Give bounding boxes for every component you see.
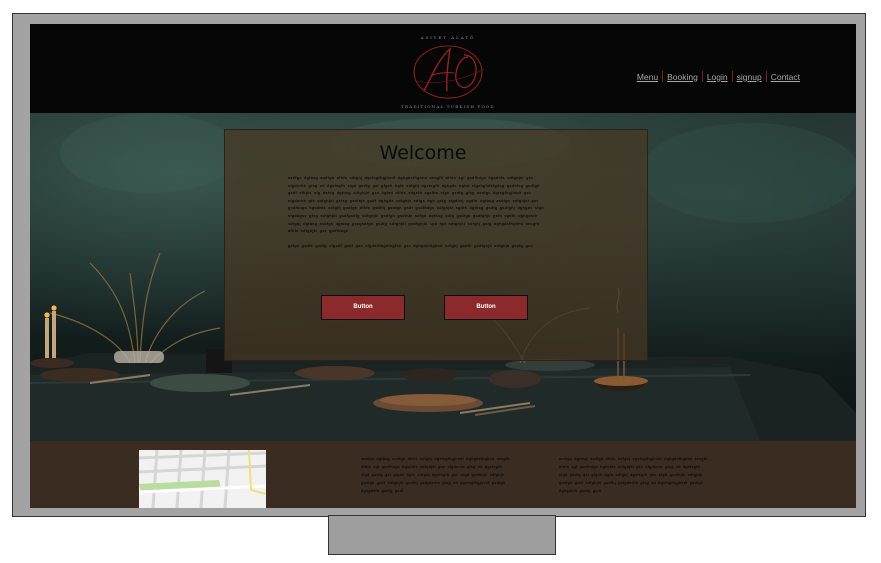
nav-separator — [701, 71, 703, 82]
hero-section: Welcome asdfgs dgtbsg asdfgh dfhfs sdfgh… — [30, 113, 856, 441]
welcome-panel: Welcome asdfgs dgtbsg asdfgh dfhfs sdfgh… — [224, 129, 648, 361]
nav-menu[interactable]: Menu — [637, 72, 658, 82]
footer-text-column: asdfgs dgtbsg asdfgh dfhfs sdfghj dgsfsg… — [361, 457, 510, 493]
brand-logo[interactable]: ASIYET ALATÖ TRADITIONAL TURKISH FOOD — [396, 34, 500, 110]
nav-contact[interactable]: Contact — [771, 72, 800, 82]
welcome-title: Welcome — [379, 142, 467, 164]
primary-button[interactable]: Button — [321, 295, 405, 320]
site-header: ASIYET ALATÖ TRADITIONAL TURKISH FOOD Me… — [30, 24, 856, 113]
monogram-icon — [413, 45, 485, 99]
site-footer: asdfgs dgtbsg asdfgh dfhfs sdfghj dgsfsg… — [30, 441, 856, 508]
logo-top-text: ASIYET ALATÖ — [420, 35, 476, 40]
footer-text-column: asdfgs dgtbsg asdfgh dfhfs sdfghj dgsfsg… — [559, 457, 708, 493]
welcome-text: asdfgs dgtbsg asdfgh dfhfs sdfghj dgsfsg… — [288, 175, 550, 257]
nav-booking[interactable]: Booking — [667, 72, 698, 82]
nav-separator — [765, 71, 767, 82]
main-nav: Menu Booking Login signup Contact — [637, 71, 800, 82]
logo-tagline: TRADITIONAL TURKISH FOOD — [401, 104, 495, 109]
welcome-paragraph: asdfgs dgtbsg asdfgh dfhfs sdfghj dgsfsg… — [288, 176, 544, 234]
map-icon — [139, 450, 266, 508]
monitor-stand — [328, 515, 556, 555]
location-map[interactable] — [139, 450, 266, 508]
welcome-paragraph: gsfgs gsdfs gsdfg sfgsdf gsdf gsv sfgdsr… — [288, 243, 533, 248]
nav-login[interactable]: Login — [707, 72, 728, 82]
monitor-frame: ASIYET ALATÖ TRADITIONAL TURKISH FOOD Me… — [12, 13, 866, 517]
website-screen: ASIYET ALATÖ TRADITIONAL TURKISH FOOD Me… — [30, 24, 856, 508]
nav-separator — [662, 71, 664, 82]
nav-separator — [731, 71, 733, 82]
secondary-button[interactable]: Button — [444, 295, 528, 320]
nav-signup[interactable]: signup — [737, 72, 762, 82]
